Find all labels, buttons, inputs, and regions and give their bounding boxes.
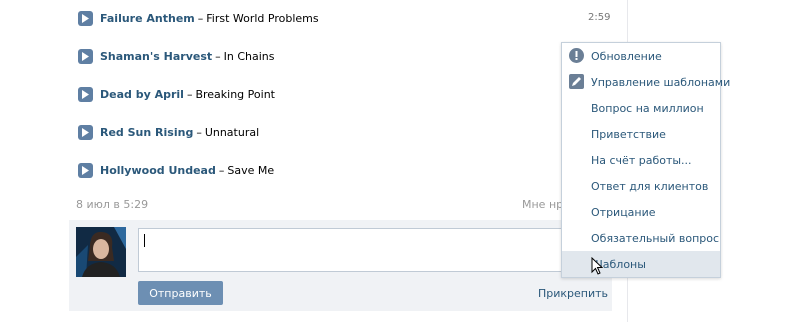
mouse-pointer-icon: [591, 256, 604, 279]
menu-item-label: Обязательный вопрос: [591, 231, 720, 245]
exclamation-circle-icon: [569, 48, 584, 63]
track-title[interactable]: Unnatural: [205, 126, 259, 139]
track-title[interactable]: Breaking Point: [195, 88, 275, 101]
track-duration: 2:59: [588, 12, 611, 23]
menu-item-manage-templates[interactable]: Управление шаблонами: [562, 69, 730, 95]
track-artist[interactable]: Dead by April: [100, 88, 184, 101]
text-caret: [144, 234, 145, 247]
menu-item-label: На счёт работы...: [591, 153, 692, 167]
track-separator: –: [196, 125, 202, 139]
track-title[interactable]: First World Problems: [206, 12, 318, 25]
menu-item-label: Ответ для клиентов: [591, 179, 709, 193]
menu-item-template[interactable]: Отрицание: [562, 199, 720, 225]
menu-item-template[interactable]: Ответ для клиентов: [562, 173, 720, 199]
track-title[interactable]: In Chains: [224, 50, 275, 63]
track-artist[interactable]: Failure Anthem: [100, 12, 195, 25]
track-separator: –: [218, 163, 225, 177]
avatar[interactable]: [76, 227, 126, 277]
menu-item-template[interactable]: На счёт работы...: [562, 147, 720, 173]
send-button[interactable]: Отправить: [138, 281, 223, 305]
track-artist[interactable]: Shaman's Harvest: [100, 50, 212, 63]
menu-item-update[interactable]: Обновление: [562, 43, 720, 69]
play-icon[interactable]: [78, 48, 93, 64]
play-icon[interactable]: [78, 10, 93, 26]
menu-item-label: Приветствие: [591, 127, 666, 141]
like-link[interactable]: Мне нравится: [522, 198, 564, 211]
play-icon[interactable]: [78, 86, 93, 102]
menu-item-label: Отрицание: [591, 205, 656, 219]
track-artist[interactable]: Red Sun Rising: [100, 126, 193, 139]
templates-menu: Обновление Управление шаблонами Вопрос н…: [561, 42, 730, 278]
menu-item-template[interactable]: Обязательный вопрос: [562, 225, 720, 251]
track-artist[interactable]: Hollywood Undead: [100, 164, 216, 177]
play-icon[interactable]: [78, 124, 93, 140]
audio-track[interactable]: Hollywood Undead – Save Me: [78, 162, 274, 178]
menu-item-templates[interactable]: Шаблоны: [562, 251, 720, 277]
track-title[interactable]: Save Me: [227, 164, 274, 177]
post-date[interactable]: 8 июл в 5:29: [76, 198, 148, 211]
play-icon[interactable]: [78, 162, 93, 178]
menu-item-label: Управление шаблонами: [591, 75, 731, 89]
audio-track[interactable]: Failure Anthem – First World Problems: [78, 10, 319, 26]
audio-track[interactable]: Dead by April – Breaking Point: [78, 86, 275, 102]
menu-item-label: Вопрос на миллион: [591, 101, 704, 115]
audio-track[interactable]: Red Sun Rising – Unnatural: [78, 124, 259, 140]
attach-link[interactable]: Прикрепить: [538, 287, 608, 300]
audio-track[interactable]: Shaman's Harvest – In Chains: [78, 48, 275, 64]
track-separator: –: [186, 87, 193, 101]
track-separator: –: [197, 11, 204, 25]
reply-input[interactable]: [138, 228, 578, 272]
menu-item-template[interactable]: Приветствие: [562, 121, 720, 147]
menu-item-label: Обновление: [591, 49, 662, 63]
pencil-icon: [569, 74, 584, 89]
menu-item-template[interactable]: Вопрос на миллион: [562, 95, 720, 121]
track-separator: –: [215, 49, 221, 63]
